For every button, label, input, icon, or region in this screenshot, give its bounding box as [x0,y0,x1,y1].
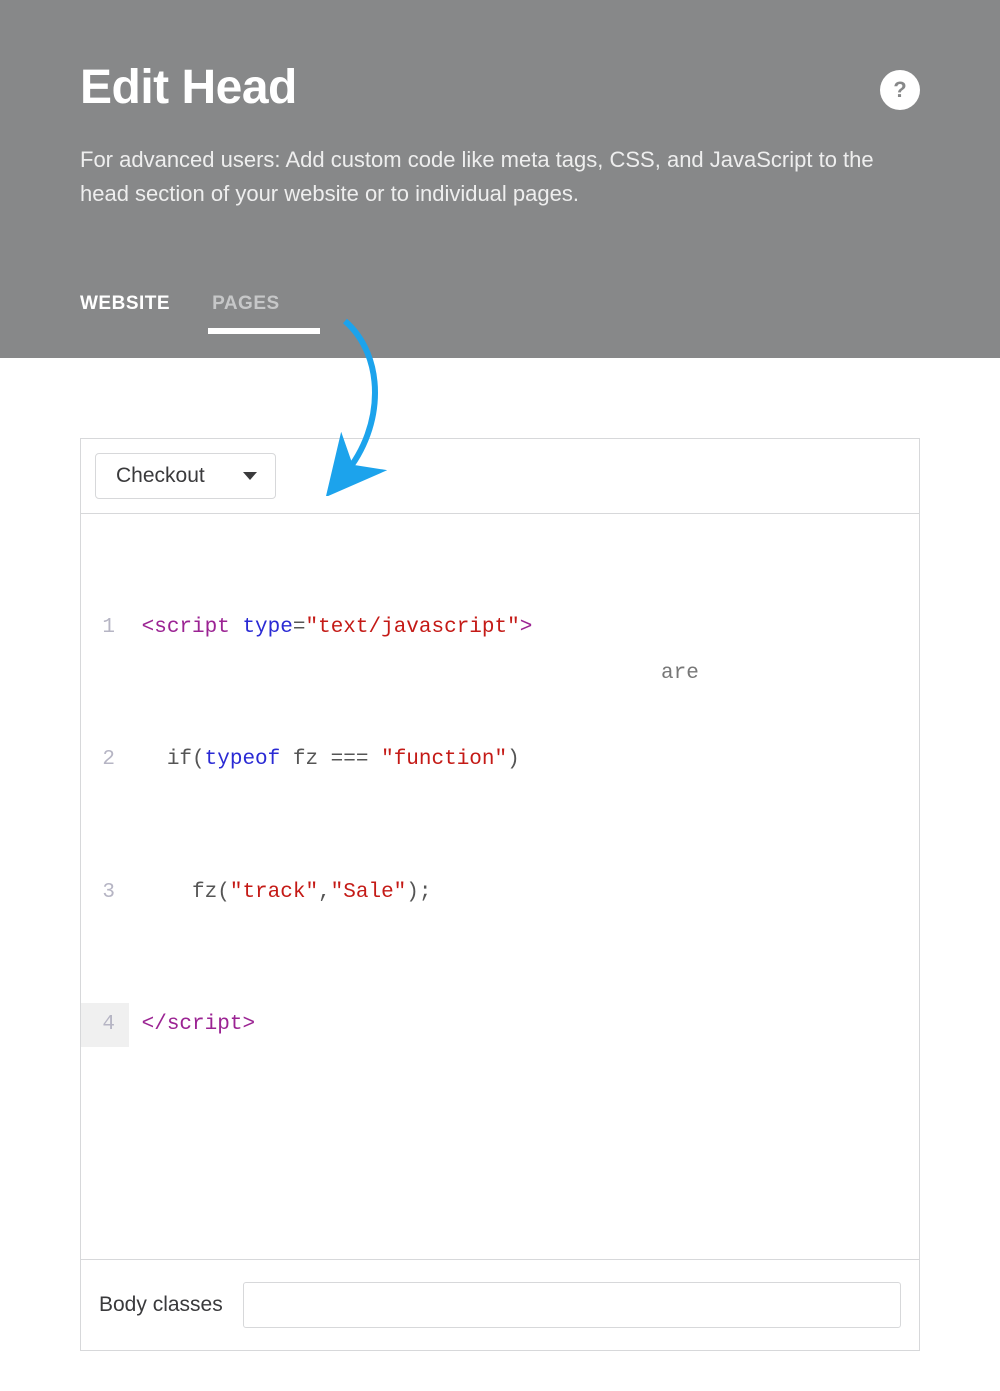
help-icon: ? [893,77,906,103]
code-line: 2 if(typeof fz === "function") [81,738,919,782]
content: Checkout 1 <script type="text/javascript… [0,358,1000,1391]
chevron-down-icon [243,472,257,480]
stray-text: are [661,652,699,696]
body-classes-row: Body classes [81,1259,919,1350]
header: Edit Head ? For advanced users: Add cust… [0,0,1000,358]
tab-underline [208,328,320,334]
code-editor[interactable]: 1 <script type="text/javascript"> 2 if(t… [81,514,919,1259]
body-classes-input[interactable] [243,1282,901,1328]
tab-pages[interactable]: PAGES [212,293,280,333]
panel-toolbar: Checkout [81,439,919,514]
line-number: 4 [81,1003,129,1047]
line-number: 3 [81,871,129,915]
edit-panel: Checkout 1 <script type="text/javascript… [80,438,920,1351]
code-line: 3 fz("track","Sale"); [81,871,919,915]
code-line: 4 </script> [81,1003,919,1047]
tab-website[interactable]: WEBSITE [80,293,170,333]
dropdown-selected-label: Checkout [116,464,205,488]
page-subtitle: For advanced users: Add custom code like… [80,143,920,211]
line-number: 1 [81,606,129,650]
page-select-dropdown[interactable]: Checkout [95,453,276,499]
code-line: 1 <script type="text/javascript"> [81,606,919,650]
tabs: WEBSITE PAGES [80,293,920,333]
line-number: 2 [81,738,129,782]
page-title: Edit Head [80,60,297,115]
help-button[interactable]: ? [880,70,920,110]
body-classes-label: Body classes [99,1293,223,1317]
